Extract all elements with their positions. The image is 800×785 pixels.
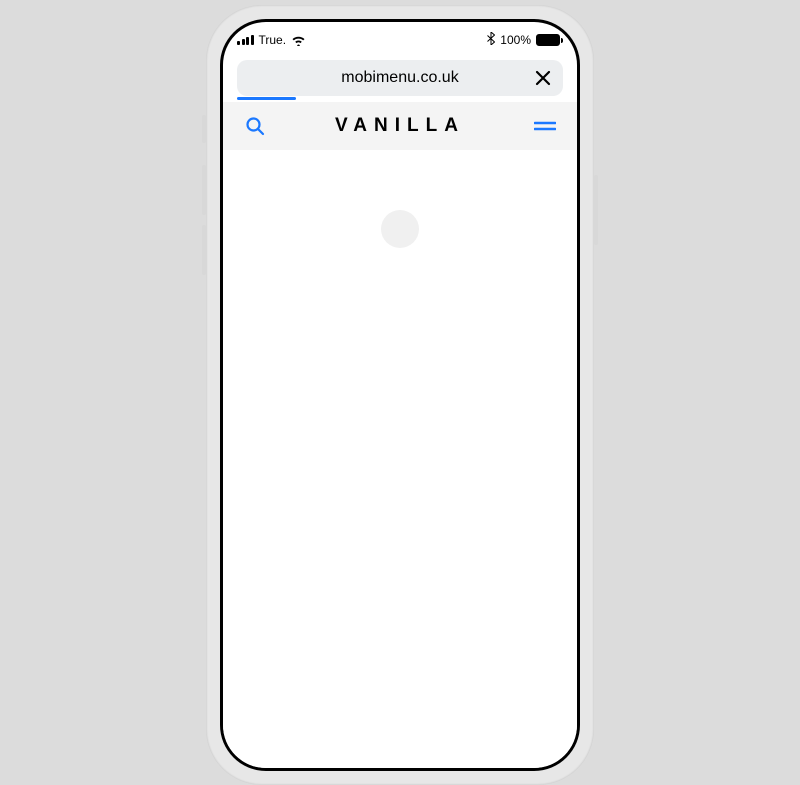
stop-loading-button[interactable] <box>533 68 553 88</box>
bluetooth-icon <box>487 32 495 48</box>
browser-chrome: mobimenu.co.uk <box>223 52 577 102</box>
url-bar[interactable]: mobimenu.co.uk <box>237 60 563 96</box>
search-button[interactable] <box>241 112 269 140</box>
volume-up-button <box>202 165 206 215</box>
volume-down-button <box>202 225 206 275</box>
battery-icon <box>536 34 563 46</box>
progress-fill <box>237 97 296 100</box>
signal-icon <box>237 35 254 45</box>
status-bar: True. 100% <box>223 28 577 52</box>
phone-bezel: True. 100% <box>220 19 580 771</box>
battery-percent: 100% <box>500 33 531 47</box>
status-right: 100% <box>487 32 563 48</box>
wifi-icon <box>291 35 306 46</box>
phone-frame: True. 100% <box>206 5 594 785</box>
status-left: True. <box>237 33 306 47</box>
brand-logo: VANILLA <box>335 115 465 137</box>
phone-screen: True. 100% <box>223 22 577 768</box>
power-button <box>594 175 598 245</box>
carrier-label: True. <box>259 33 287 47</box>
url-text: mobimenu.co.uk <box>237 69 563 87</box>
menu-button[interactable] <box>531 112 559 140</box>
loading-indicator <box>381 210 419 248</box>
app-header: VANILLA <box>223 102 577 150</box>
menu-icon <box>534 119 556 133</box>
page-content <box>223 150 577 768</box>
silence-switch <box>202 115 206 143</box>
page-load-progress <box>237 97 563 100</box>
close-icon <box>535 70 551 86</box>
search-icon <box>245 116 265 136</box>
